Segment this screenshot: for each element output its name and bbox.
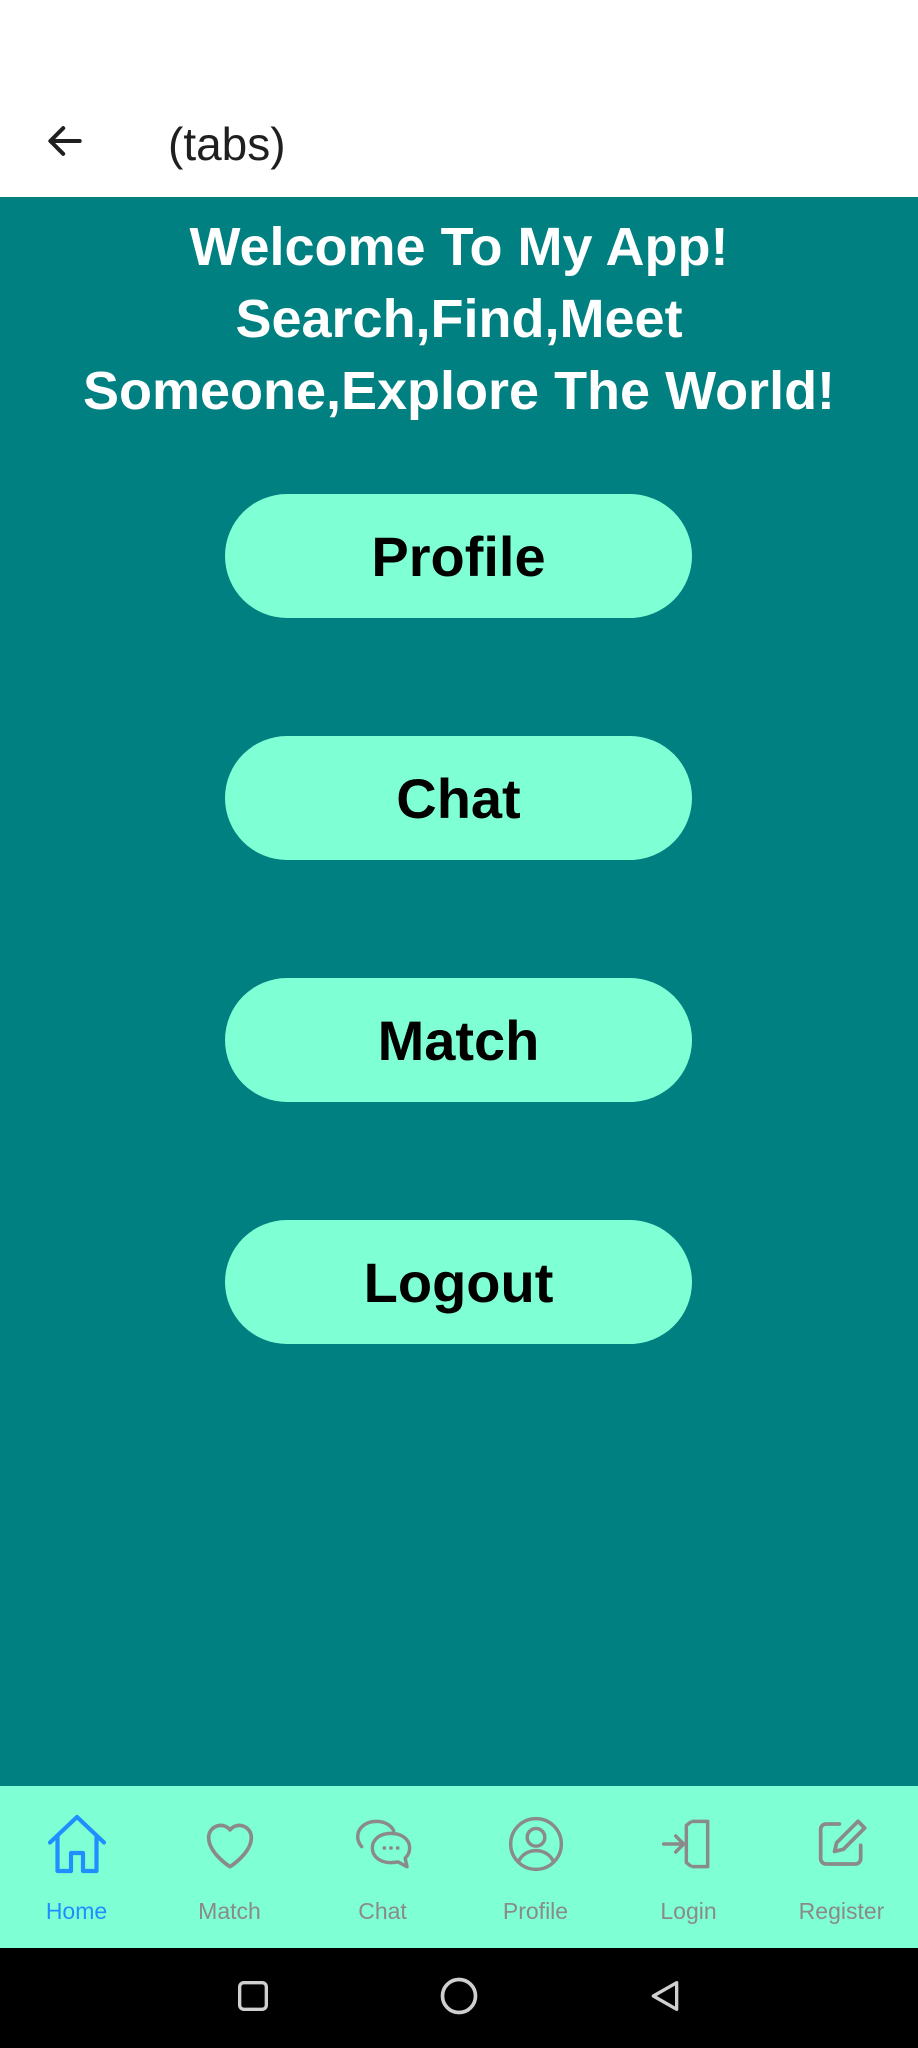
status-bar	[0, 0, 918, 90]
tab-label-home: Home	[45, 1898, 108, 1924]
logout-button[interactable]: Logout	[225, 1220, 692, 1344]
chat-bubbles-icon	[347, 1808, 419, 1880]
system-home-button[interactable]	[429, 1968, 489, 2028]
match-button[interactable]: Match	[225, 978, 692, 1102]
heart-icon	[194, 1808, 266, 1880]
back-triangle-icon	[645, 1976, 685, 2021]
home-icon	[41, 1808, 113, 1880]
tab-chat[interactable]: Chat	[306, 1786, 459, 1948]
welcome-line-3: Someone,Explore The World!	[82, 361, 836, 421]
tab-label-match: Match	[198, 1898, 261, 1924]
tab-match[interactable]: Match	[153, 1786, 306, 1948]
tab-label-register: Register	[798, 1898, 885, 1924]
system-nav-bar	[0, 1948, 918, 2048]
page-title: (tabs)	[168, 117, 286, 170]
tab-label-login: Login	[660, 1898, 717, 1924]
back-button[interactable]	[30, 108, 100, 178]
tab-profile[interactable]: Profile	[459, 1786, 612, 1948]
home-circle-icon	[437, 1974, 481, 2023]
edit-icon	[806, 1808, 878, 1880]
welcome-line-2: Search,Find,Meet	[235, 289, 683, 349]
user-circle-icon	[500, 1808, 572, 1880]
app-header: (tabs)	[0, 90, 918, 197]
arrow-left-icon	[43, 119, 87, 168]
tab-home[interactable]: Home	[0, 1786, 153, 1948]
recents-button[interactable]	[223, 1968, 283, 2028]
app-screen: (tabs) Welcome To My App! Search,Find,Me…	[0, 0, 918, 2048]
tab-label-profile: Profile	[502, 1898, 569, 1924]
login-icon	[653, 1808, 725, 1880]
main-content: Welcome To My App! Search,Find,Meet Some…	[0, 197, 918, 1786]
tab-label-chat: Chat	[358, 1898, 407, 1924]
recents-icon	[233, 1976, 273, 2021]
profile-button[interactable]: Profile	[225, 494, 692, 618]
system-back-button[interactable]	[635, 1968, 695, 2028]
bottom-tab-bar: Home Match Chat Profile Login Register	[0, 1786, 918, 1948]
welcome-line-1: Welcome To My App!	[189, 217, 729, 277]
tab-register[interactable]: Register	[765, 1786, 918, 1948]
chat-button[interactable]: Chat	[225, 736, 692, 860]
tab-login[interactable]: Login	[612, 1786, 765, 1948]
welcome-message: Welcome To My App! Search,Find,Meet Some…	[20, 211, 898, 427]
